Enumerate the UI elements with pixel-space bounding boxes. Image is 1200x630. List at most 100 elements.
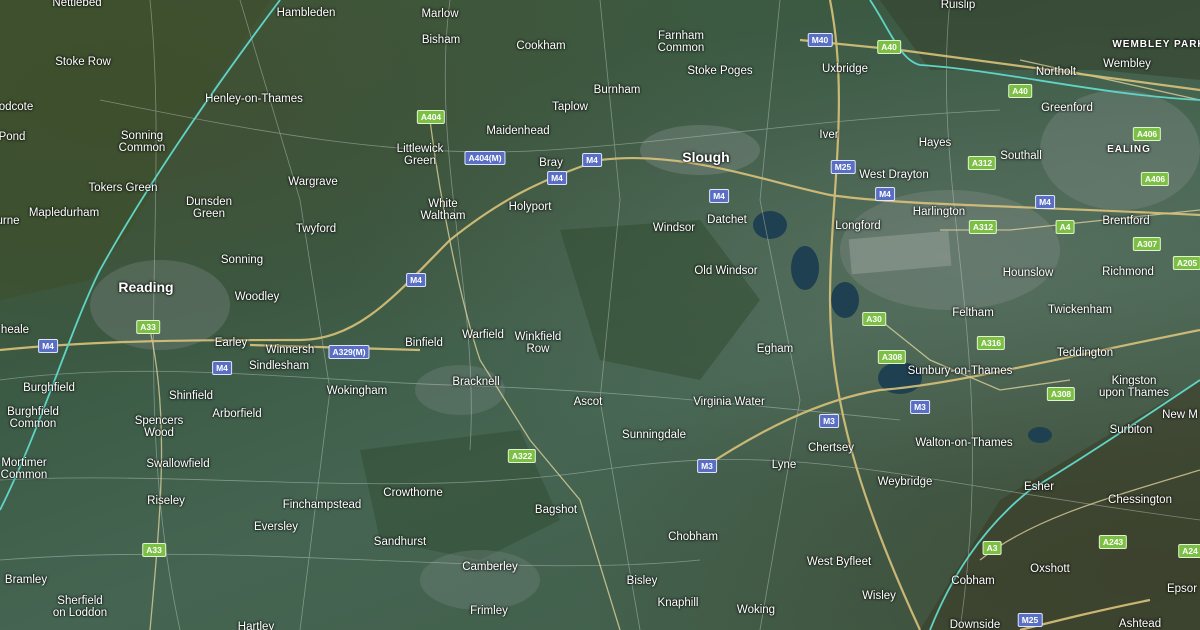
place-label-swallowfield: Swallowfield [146, 458, 210, 470]
road-shield-m4: M4 [212, 361, 232, 375]
road-shield-a40: A40 [1008, 84, 1032, 98]
road-shield-a307: A307 [1132, 237, 1162, 251]
place-label-sonning: Sonning [220, 254, 264, 266]
place-label-bisham: Bisham [421, 34, 461, 46]
place-label-west-byfleet: West Byfleet [806, 556, 872, 568]
place-label-cobham: Cobham [951, 575, 995, 587]
place-label-new-m: New M [1162, 409, 1198, 421]
road-shield-a322: A322 [507, 449, 537, 463]
place-label-arborfield: Arborfield [212, 408, 262, 420]
place-label-wisley: Wisley [862, 590, 896, 602]
road-shield-a406: A406 [1132, 127, 1162, 141]
place-label-winnersh: Winnersh [265, 344, 315, 356]
road-shield-a404m: A404(M) [464, 151, 506, 165]
road-shield-m3: M3 [697, 459, 717, 473]
place-label-camberley: Camberley [462, 561, 518, 573]
place-label-walton-on-thames: Walton-on-Thames [915, 437, 1013, 449]
place-label-mapledurham: Mapledurham [28, 207, 100, 219]
place-label-holyport: Holyport [508, 201, 552, 213]
place-label-lyne: Lyne [771, 459, 797, 471]
place-label-bisley: Bisley [626, 575, 658, 587]
place-label-frimley: Frimley [470, 605, 508, 617]
place-label-wargrave: Wargrave [288, 176, 338, 188]
place-label-wembley: Wembley [1103, 58, 1151, 70]
road-shield-a243: A243 [1098, 535, 1128, 549]
road-shield-m3: M3 [819, 414, 839, 428]
place-label-reading: Reading [118, 279, 174, 295]
place-label-downside: Downside [949, 619, 1001, 630]
place-label-pond: Pond [0, 131, 26, 143]
place-label-woking: Woking [736, 604, 776, 616]
road-shield-a404: A404 [416, 110, 446, 124]
place-label-chertsey: Chertsey [807, 442, 855, 454]
place-label-egham: Egham [756, 343, 794, 355]
place-label-burghfield-common: Burghfield Common [7, 406, 59, 430]
place-label-eversley: Eversley [253, 521, 299, 533]
place-label-ascot: Ascot [573, 396, 603, 408]
road-shield-a312: A312 [967, 156, 997, 170]
road-shield-m3: M3 [910, 400, 930, 414]
place-label-hounslow: Hounslow [1002, 267, 1054, 279]
place-label-northolt: Northolt [1035, 66, 1077, 78]
place-label-west-drayton: West Drayton [859, 169, 929, 181]
place-label-slough: Slough [682, 149, 730, 165]
map-view[interactable]: M40 A40 A40 A404 A404(M) M4 M4 M25 A312 A406 A406 M… [0, 0, 1200, 630]
road-shield-m4: M4 [875, 187, 895, 201]
place-label-sonning-common: Sonning Common [118, 130, 166, 154]
place-label-burghfield: Burghfield [23, 382, 75, 394]
place-label-binfield: Binfield [405, 337, 443, 349]
road-shield-m4: M4 [582, 153, 602, 167]
place-label-woodley: Woodley [234, 291, 280, 303]
place-label-teddington: Teddington [1056, 347, 1114, 359]
road-shield-a40: A40 [877, 40, 901, 54]
place-label-hartley: Hartley [237, 621, 275, 630]
place-label-marlow: Marlow [421, 8, 459, 20]
place-label-shinfield: Shinfield [168, 390, 214, 402]
place-label-iver: Iver [819, 129, 839, 141]
road-shield-a3: A3 [982, 541, 1002, 555]
place-label-cookham: Cookham [516, 40, 566, 52]
place-label-taplow: Taplow [552, 101, 588, 113]
place-label-chobham: Chobham [668, 531, 718, 543]
place-label-richmond: Richmond [1102, 266, 1154, 278]
place-label-feltham: Feltham [952, 307, 994, 319]
place-label-bracknell: Bracknell [452, 376, 500, 388]
place-label-earley: Earley [214, 337, 248, 349]
road-shield-m4: M4 [1035, 195, 1055, 209]
place-label-southall: Southall [1000, 150, 1042, 162]
place-label-windsor: Windsor [652, 222, 696, 234]
place-label-virginia-water: Virginia Water [693, 396, 765, 408]
road-shield-m25: M25 [830, 160, 856, 174]
road-shield-a33: A33 [136, 320, 160, 334]
place-label-harlington: Harlington [912, 206, 966, 218]
road-shield-a312: A312 [968, 220, 998, 234]
place-label-stoke-poges: Stoke Poges [687, 65, 753, 77]
place-label-knaphill: Knaphill [657, 597, 699, 609]
place-label-kingston-upon-thames: Kingston upon Thames [1098, 375, 1170, 399]
place-label-sherfield-on-loddon: Sherfield on Loddon [52, 595, 108, 619]
place-label-warfield: Warfield [462, 329, 504, 341]
place-label-bray: Bray [539, 157, 563, 169]
road-shield-m25: M25 [1017, 613, 1043, 627]
road-shield-m4: M4 [406, 273, 426, 287]
place-label-twyford: Twyford [295, 223, 337, 235]
road-shield-m4: M4 [38, 339, 58, 353]
place-label-wokingham: Wokingham [326, 385, 388, 397]
place-label-winkfield-row: Winkfield Row [514, 331, 562, 355]
place-label-dunsden-green: Dunsden Green [185, 196, 233, 220]
road-shield-m40: M40 [807, 33, 833, 47]
place-label-hambleden: Hambleden [276, 7, 336, 19]
road-shield-a33: A33 [142, 543, 166, 557]
place-label-surbiton: Surbiton [1109, 424, 1153, 436]
road-shield-m4: M4 [709, 189, 729, 203]
place-label-tokers-green: Tokers Green [88, 182, 158, 194]
place-label-ealing: EALING [1107, 144, 1151, 155]
road-shield-a30: A30 [862, 312, 886, 326]
road-shield-a24: A24 [1178, 544, 1200, 558]
road-shield-a4: A4 [1055, 220, 1075, 234]
place-label-bramley: Bramley [4, 574, 48, 586]
place-label-bagshot: Bagshot [534, 504, 578, 516]
place-label-longford: Longford [835, 220, 881, 232]
place-label-uxbridge: Uxbridge [821, 63, 869, 75]
place-label-sindlesham: Sindlesham [248, 360, 310, 372]
